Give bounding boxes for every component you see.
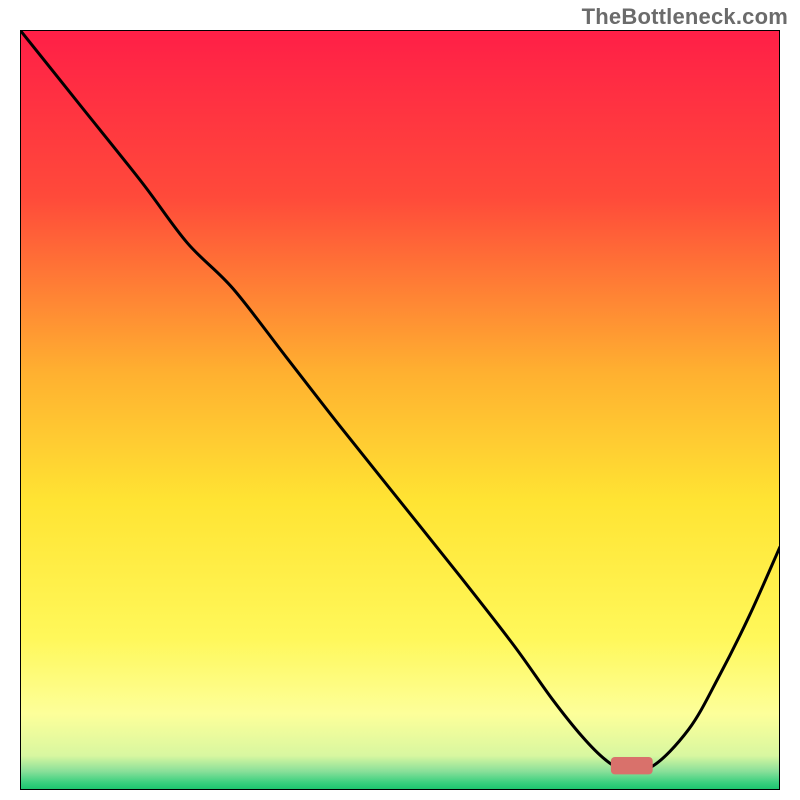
watermark-text: TheBottleneck.com bbox=[582, 4, 788, 30]
chart-svg bbox=[20, 30, 780, 790]
bottleneck-chart bbox=[20, 30, 780, 790]
gradient-background bbox=[20, 30, 780, 790]
target-marker bbox=[611, 757, 653, 774]
